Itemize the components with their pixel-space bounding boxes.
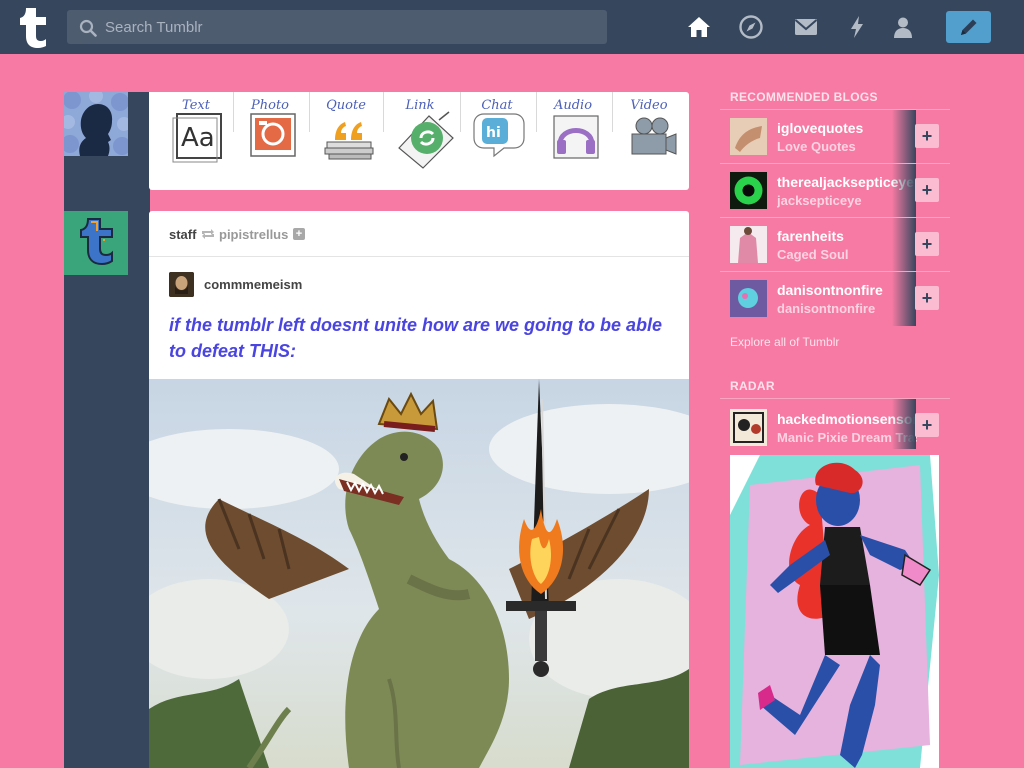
link-icon bbox=[398, 111, 454, 169]
radar-blog-item[interactable]: hackedmotionsensor Manic Pixie Dream Tra… bbox=[720, 399, 950, 449]
follow-blog-button[interactable]: + bbox=[915, 232, 939, 256]
chat-bubble-icon: hi bbox=[473, 113, 525, 158]
compose-post-button[interactable] bbox=[946, 11, 991, 43]
home-icon[interactable] bbox=[686, 14, 712, 40]
search-bar[interactable] bbox=[67, 10, 607, 44]
left-avatar-column bbox=[64, 92, 150, 768]
recommended-blog-item[interactable]: therealjacksepticeye jacksepticeye + bbox=[720, 164, 950, 218]
post-type-video[interactable]: Video bbox=[612, 92, 686, 172]
search-input[interactable] bbox=[105, 10, 595, 44]
explore-compass-icon[interactable] bbox=[738, 14, 764, 40]
post-type-chat[interactable]: Chat hi bbox=[460, 92, 534, 172]
source-blog-avatar[interactable] bbox=[169, 272, 194, 297]
activity-lightning-icon[interactable] bbox=[844, 14, 870, 40]
pencil-icon bbox=[961, 19, 977, 35]
recommended-blogs-heading: RECOMMENDED BLOGS bbox=[730, 90, 878, 104]
post-body-text: if the tumblr left doesnt unite how are … bbox=[169, 315, 663, 361]
dashboard-post: staff pipistrellus + commmemeism if the … bbox=[149, 211, 689, 768]
post-type-link[interactable]: Link bbox=[383, 92, 457, 172]
headphones-icon bbox=[553, 115, 599, 159]
recommended-blog-item[interactable]: iglovequotes Love Quotes + bbox=[720, 110, 950, 164]
post-type-photo[interactable]: Photo bbox=[233, 92, 307, 172]
post-type-quote[interactable]: Quote bbox=[309, 92, 383, 172]
post-type-composer: Text Aa Photo Quote Link Chat hi Audio V… bbox=[149, 92, 689, 190]
svg-text:Aa: Aa bbox=[181, 123, 215, 153]
follow-plus-button[interactable]: + bbox=[293, 228, 305, 240]
top-navbar bbox=[0, 0, 1024, 54]
account-user-icon[interactable] bbox=[890, 14, 916, 40]
blog-avatar[interactable] bbox=[730, 280, 767, 317]
reblog-icon bbox=[202, 229, 214, 239]
post-type-audio[interactable]: Audio bbox=[536, 92, 610, 172]
search-icon bbox=[79, 19, 97, 37]
follow-blog-button[interactable]: + bbox=[915, 124, 939, 148]
inbox-mail-icon[interactable] bbox=[793, 14, 819, 40]
explore-all-link[interactable]: Explore all of Tumblr bbox=[730, 335, 839, 349]
blog-avatar[interactable] bbox=[730, 118, 767, 155]
name-fade-overlay bbox=[892, 399, 916, 449]
radar-post-image[interactable] bbox=[730, 455, 939, 768]
post-type-text[interactable]: Text Aa bbox=[159, 92, 233, 172]
radar-heading: RADAR bbox=[730, 379, 775, 393]
recommended-blog-item[interactable]: farenheits Caged Soul + bbox=[720, 218, 950, 272]
follow-blog-button[interactable]: + bbox=[915, 286, 939, 310]
name-fade-overlay bbox=[892, 218, 916, 272]
follow-blog-button[interactable]: + bbox=[915, 413, 939, 437]
post-image-dinosaur[interactable] bbox=[149, 379, 689, 768]
name-fade-overlay bbox=[892, 164, 916, 218]
reblogger-name[interactable]: staff bbox=[169, 227, 196, 242]
video-camera-icon bbox=[631, 117, 677, 155]
tumblr-logo-icon[interactable] bbox=[16, 6, 52, 48]
user-avatar[interactable] bbox=[64, 92, 128, 156]
name-fade-overlay bbox=[892, 272, 916, 326]
recommended-blog-item[interactable]: danisontnonfire danisontnonfire + bbox=[720, 272, 950, 326]
svg-text:hi: hi bbox=[486, 125, 501, 141]
reblogged-from-name[interactable]: pipistrellus bbox=[219, 227, 288, 242]
blog-avatar[interactable] bbox=[730, 226, 767, 263]
quote-icon bbox=[324, 122, 374, 160]
post-header: staff pipistrellus + bbox=[149, 211, 689, 257]
blog-avatar[interactable] bbox=[730, 172, 767, 209]
source-blog-name[interactable]: commmemeism bbox=[204, 277, 302, 292]
staff-blog-avatar[interactable] bbox=[64, 211, 128, 275]
name-fade-overlay bbox=[892, 110, 916, 164]
camera-icon bbox=[250, 113, 296, 157]
blog-avatar[interactable] bbox=[730, 409, 767, 446]
text-post-icon: Aa bbox=[172, 113, 222, 163]
follow-blog-button[interactable]: + bbox=[915, 178, 939, 202]
